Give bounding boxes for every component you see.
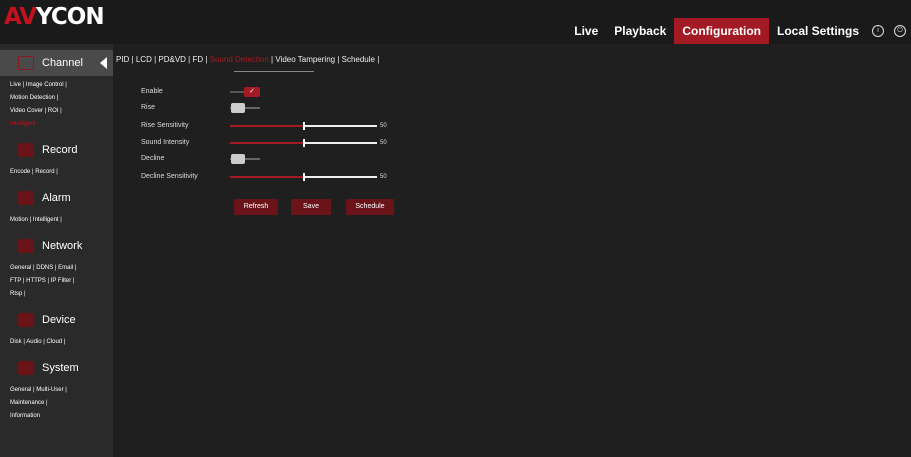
channel-icon — [18, 56, 34, 70]
decline-sensitivity-label: Decline Sensitivity — [141, 173, 198, 180]
enable-label: Enable — [141, 88, 163, 95]
info-icon[interactable]: i — [872, 25, 884, 37]
collapse-arrow-icon[interactable] — [100, 57, 107, 69]
sidebar-link[interactable]: Information — [10, 410, 103, 423]
record-icon — [18, 143, 34, 157]
slider-rest — [304, 125, 377, 127]
sidebar-link[interactable]: Encode | Record | — [10, 166, 103, 179]
sidebar-section-device[interactable]: Device — [0, 307, 113, 333]
sidebar-link[interactable]: General | DDNS | Email | — [10, 262, 103, 275]
rise-toggle[interactable] — [230, 103, 260, 113]
system-sublinks: General | Multi-User | Maintenance | Inf… — [0, 381, 113, 423]
save-button[interactable]: Save — [291, 199, 331, 215]
sidebar-link[interactable]: Video Cover | ROI | — [10, 105, 103, 118]
sound-intensity-label: Sound Intensity — [141, 139, 190, 146]
tabs-before[interactable]: PID | LCD | PD&VD | FD | — [116, 55, 210, 64]
sidebar-link[interactable]: Rtsp | — [10, 288, 103, 301]
sidebar-section-record[interactable]: Record — [0, 137, 113, 163]
toggle-knob — [231, 154, 245, 164]
sidebar-link[interactable]: General | Multi-User | — [10, 384, 103, 397]
sidebar-section-alarm[interactable]: Alarm — [0, 185, 113, 211]
sound-intensity-value: 50 — [380, 140, 387, 146]
sidebar-section-title: Record — [42, 144, 78, 156]
rise-sensitivity-label: Rise Sensitivity — [141, 122, 189, 129]
tab-sound-detection[interactable]: Sound Detection — [210, 55, 269, 64]
slider-thumb[interactable] — [303, 139, 305, 147]
network-sublinks: General | DDNS | Email | FTP | HTTPS | I… — [0, 259, 113, 301]
device-sublinks: Disk | Audio | Cloud | — [0, 333, 113, 349]
device-icon — [18, 313, 34, 327]
nav-configuration[interactable]: Configuration — [674, 18, 769, 44]
sidebar-link[interactable]: Live | Image Control | — [10, 79, 103, 92]
slider-fill — [230, 142, 304, 144]
slider-rest — [304, 176, 377, 178]
sidebar-section-title: Alarm — [42, 192, 71, 204]
toggle-knob — [231, 103, 245, 113]
decline-label: Decline — [141, 155, 165, 162]
power-icon[interactable]: ⏻ — [894, 25, 906, 37]
slider-fill — [230, 125, 304, 127]
top-bar: AVYCON Live Playback Configuration Local… — [0, 0, 911, 44]
channel-sublinks: Live | Image Control | Motion Detection … — [0, 76, 113, 131]
nav-local-settings[interactable]: Local Settings — [769, 18, 867, 44]
sidebar-link[interactable]: Maintenance | — [10, 397, 103, 410]
slider-thumb[interactable] — [303, 173, 305, 181]
sidebar-link-intelligent[interactable]: Intelligent — [10, 118, 103, 131]
decline-sensitivity-slider[interactable] — [230, 172, 377, 182]
alarm-sublinks: Motion | Intelligent | — [0, 211, 113, 227]
check-icon: ✓ — [244, 87, 260, 97]
slider-rest — [304, 142, 377, 144]
decline-toggle[interactable] — [230, 154, 260, 164]
main-panel: PID | LCD | PD&VD | FD | Sound Detection… — [113, 44, 911, 457]
sidebar-section-system[interactable]: System — [0, 355, 113, 381]
sidebar-section-title: Channel — [42, 57, 83, 69]
top-nav: Live Playback Configuration Local Settin… — [566, 18, 911, 44]
sidebar-section-title: Network — [42, 240, 83, 252]
rise-sensitivity-value: 50 — [380, 123, 387, 129]
sidebar-section-channel[interactable]: Channel — [0, 50, 113, 76]
sound-intensity-slider[interactable] — [230, 138, 377, 148]
slider-thumb[interactable] — [303, 122, 305, 130]
avycon-logo: AVYCON — [4, 4, 105, 30]
nav-playback[interactable]: Playback — [606, 18, 674, 44]
decline-sensitivity-value: 50 — [380, 174, 387, 180]
sidebar-link[interactable]: Motion Detection | — [10, 92, 103, 105]
rise-label: Rise — [141, 104, 156, 111]
sub-tabs: PID | LCD | PD&VD | FD | Sound Detection… — [116, 55, 379, 64]
sidebar-link[interactable]: Disk | Audio | Cloud | — [10, 336, 103, 349]
sidebar-link[interactable]: Motion | Intelligent | — [10, 214, 103, 227]
sidebar-section-network[interactable]: Network — [0, 233, 113, 259]
system-icon — [18, 361, 34, 375]
sidebar: Channel Live | Image Control | Motion De… — [0, 44, 113, 457]
sidebar-link[interactable]: FTP | HTTPS | IP Filter | — [10, 275, 103, 288]
active-tab-underline — [234, 71, 314, 72]
network-icon — [18, 239, 34, 253]
nav-live[interactable]: Live — [566, 18, 606, 44]
sidebar-section-title: System — [42, 362, 79, 374]
sidebar-section-title: Device — [42, 314, 76, 326]
schedule-button[interactable]: Schedule — [346, 199, 394, 215]
slider-fill — [230, 176, 304, 178]
tabs-after[interactable]: | Video Tampering | Schedule | — [269, 55, 379, 64]
enable-toggle[interactable]: ✓ — [230, 87, 260, 97]
rise-sensitivity-slider[interactable] — [230, 121, 377, 131]
refresh-button[interactable]: Refresh — [234, 199, 278, 215]
record-sublinks: Encode | Record | — [0, 163, 113, 179]
alarm-icon — [18, 191, 34, 205]
